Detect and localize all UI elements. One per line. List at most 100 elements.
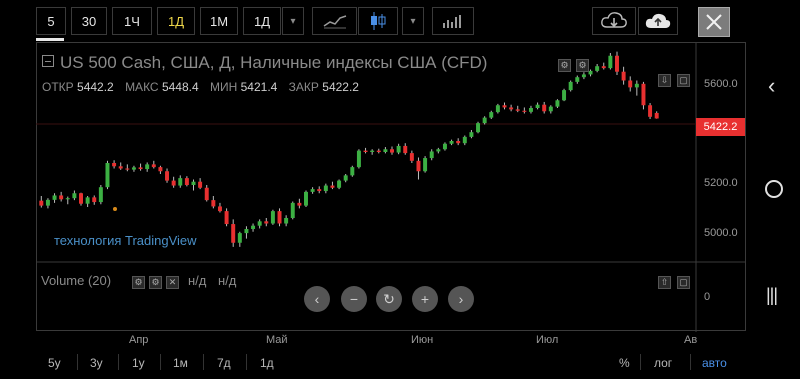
candle-body bbox=[634, 83, 639, 88]
range-5y-button[interactable]: 5у bbox=[48, 356, 61, 370]
interval-1h-button[interactable]: 1Ч bbox=[112, 7, 152, 35]
candle-body bbox=[131, 167, 136, 170]
candlestick-icon bbox=[371, 12, 386, 30]
auto-scale-button[interactable]: авто bbox=[702, 356, 727, 370]
close-value: 5422.2 bbox=[322, 80, 359, 94]
candle-body bbox=[489, 112, 494, 118]
candle-body bbox=[290, 202, 295, 218]
range-divider bbox=[690, 354, 691, 370]
ohlc-readout: ОТКР 5442.2 МАКС 5448.4 МИН 5421.4 ЗАКР … bbox=[42, 80, 367, 94]
open-value: 5442.2 bbox=[77, 80, 114, 94]
candle-body bbox=[396, 145, 401, 153]
candle-body bbox=[555, 100, 560, 107]
chart-type-dropdown-button[interactable]: ▾ bbox=[402, 7, 424, 35]
volume-bars-button[interactable] bbox=[432, 7, 474, 35]
candle-body bbox=[575, 77, 580, 82]
x-axis-label-jul: Июл bbox=[536, 334, 559, 346]
low-label: МИН bbox=[209, 80, 238, 94]
candle-body bbox=[198, 181, 203, 188]
interval-1m-button[interactable]: 1М bbox=[200, 7, 238, 35]
log-scale-button[interactable]: лог bbox=[654, 356, 672, 370]
volume-move-up-icon[interactable]: ⇧ bbox=[658, 276, 671, 289]
volume-maximize-icon[interactable]: ▢ bbox=[677, 276, 690, 289]
candle-body bbox=[383, 149, 388, 152]
candle-body bbox=[621, 71, 626, 81]
candle-body bbox=[151, 164, 156, 168]
line-chart-icon bbox=[323, 15, 346, 29]
candle-body bbox=[595, 66, 600, 71]
range-1d-button[interactable]: 1д bbox=[260, 356, 274, 370]
close-button[interactable] bbox=[698, 7, 730, 37]
volume-ma-value: н/д bbox=[218, 273, 237, 288]
interval-5-button[interactable]: 5 bbox=[36, 7, 66, 35]
candle-body bbox=[548, 106, 553, 112]
range-divider bbox=[246, 354, 247, 370]
candle-body bbox=[476, 123, 481, 133]
volume-value: н/д bbox=[188, 273, 207, 288]
x-axis-label-aug: Ав bbox=[684, 334, 698, 346]
candle-body bbox=[264, 221, 269, 224]
recent-apps-icon[interactable]: ||| bbox=[766, 285, 778, 306]
volume-axis-zero: 0 bbox=[704, 291, 711, 303]
volume-gear-icon[interactable]: ⚙ bbox=[149, 276, 162, 289]
back-icon[interactable]: ‹ bbox=[768, 73, 775, 99]
range-1m-button[interactable]: 1м bbox=[173, 356, 188, 370]
candle-body bbox=[423, 158, 428, 172]
interval-30-button[interactable]: 30 bbox=[71, 7, 107, 35]
candle-body bbox=[363, 150, 368, 152]
candle-body bbox=[231, 224, 236, 243]
candle-body bbox=[178, 178, 183, 186]
settings-icon[interactable]: ⚙ bbox=[558, 59, 571, 72]
interval-select-button[interactable]: 1Д bbox=[243, 7, 281, 35]
range-7d-button[interactable]: 7д bbox=[217, 356, 231, 370]
percent-scale-button[interactable]: % bbox=[619, 356, 630, 370]
range-3y-button[interactable]: 3у bbox=[90, 356, 103, 370]
candle-body bbox=[436, 149, 441, 152]
candle-body bbox=[528, 108, 533, 112]
volume-remove-icon[interactable]: ✕ bbox=[166, 276, 179, 289]
candle-body bbox=[601, 66, 606, 69]
candle-body bbox=[105, 163, 110, 188]
close-label: ЗАКР bbox=[288, 80, 319, 94]
candle-body bbox=[449, 141, 454, 144]
high-value: 5448.4 bbox=[161, 80, 199, 94]
candle-body bbox=[270, 211, 275, 224]
range-divider bbox=[77, 354, 78, 370]
zoom-in-button[interactable]: + bbox=[412, 286, 438, 312]
gear-icon[interactable]: ⚙ bbox=[576, 59, 589, 72]
candle-body bbox=[191, 181, 196, 185]
candle-body bbox=[462, 136, 467, 144]
candle-body bbox=[45, 199, 50, 206]
interval-1d-button[interactable]: 1Д bbox=[157, 7, 195, 35]
scroll-right-button[interactable]: › bbox=[448, 286, 474, 312]
maximize-icon[interactable]: ▢ bbox=[677, 74, 690, 87]
candle-body bbox=[356, 150, 361, 168]
tradingview-watermark[interactable]: технология TradingView bbox=[54, 233, 197, 248]
zoom-out-button[interactable]: − bbox=[341, 286, 367, 312]
load-layout-button[interactable] bbox=[592, 7, 636, 35]
home-icon[interactable] bbox=[765, 180, 783, 198]
candle-body bbox=[615, 55, 619, 72]
candle-body bbox=[297, 202, 302, 206]
candle-body bbox=[79, 193, 83, 204]
candle-body bbox=[237, 233, 242, 243]
volume-settings-icon[interactable]: ⚙ bbox=[132, 276, 145, 289]
candle-body bbox=[211, 200, 216, 207]
candles-button[interactable] bbox=[358, 7, 398, 35]
candle-body bbox=[72, 193, 77, 199]
candle-body bbox=[641, 83, 646, 106]
candle-body bbox=[59, 195, 64, 200]
scroll-left-button[interactable]: ‹ bbox=[304, 286, 330, 312]
move-down-icon[interactable]: ⇩ bbox=[658, 74, 671, 87]
collapse-icon[interactable] bbox=[42, 55, 54, 67]
low-value: 5421.4 bbox=[240, 80, 278, 94]
close-icon bbox=[706, 14, 722, 30]
price-tick: 5200.0 bbox=[704, 177, 738, 189]
save-layout-button[interactable] bbox=[638, 7, 678, 35]
candle-body bbox=[456, 141, 461, 144]
candle-body bbox=[323, 185, 328, 192]
reset-chart-button[interactable]: ↻ bbox=[376, 286, 402, 312]
line-chart-button[interactable] bbox=[312, 7, 357, 35]
interval-dropdown-button[interactable]: ▾ bbox=[282, 7, 304, 35]
range-1y-button[interactable]: 1у bbox=[132, 356, 145, 370]
